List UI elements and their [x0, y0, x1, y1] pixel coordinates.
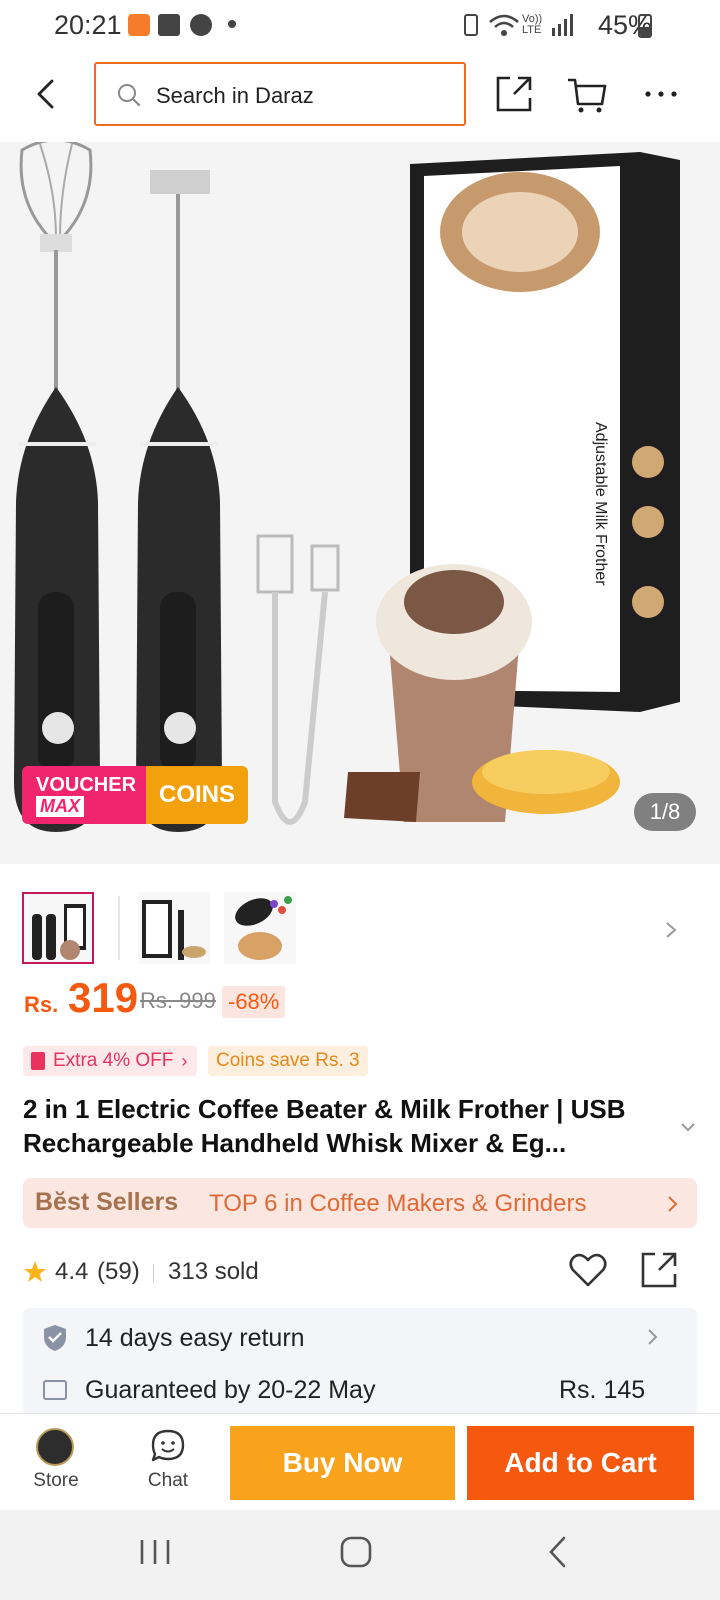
- status-time: 20:21: [54, 10, 122, 40]
- back-arrow-icon[interactable]: [34, 78, 58, 110]
- system-navigation-bar: [0, 1510, 720, 1600]
- price-original: Rs. 999: [140, 988, 216, 1013]
- back-icon[interactable]: [546, 1534, 570, 1570]
- chevron-right-icon: ›: [181, 1050, 188, 1071]
- extra-off-tag[interactable]: Extra 4% OFF ›: [23, 1046, 198, 1076]
- chat-label: Chat: [147, 1470, 189, 1491]
- thumbnails-next-icon[interactable]: [664, 920, 678, 940]
- chat-button[interactable]: Chat: [132, 1420, 204, 1504]
- bottom-action-bar: Store Chat Buy Now Add to Cart: [0, 1413, 720, 1510]
- expand-title-icon[interactable]: [680, 1122, 696, 1132]
- buy-now-button[interactable]: Buy Now: [230, 1426, 455, 1500]
- coins-badge: COINS: [146, 766, 248, 824]
- search-input[interactable]: Search in Daraz: [94, 62, 466, 126]
- thumbnail-divider: [118, 896, 120, 960]
- rating-divider: [153, 1264, 154, 1282]
- bestseller-label: Bĕst Sellers: [35, 1188, 179, 1216]
- max-text: MAX: [36, 796, 84, 817]
- signal-icon: [552, 14, 573, 36]
- chevron-right-icon: [668, 1196, 678, 1212]
- store-button[interactable]: Store: [20, 1420, 92, 1504]
- price-currency: Rs.: [24, 992, 59, 1017]
- thumbnail-2[interactable]: [138, 892, 210, 964]
- more-options-icon[interactable]: [644, 88, 678, 100]
- image-counter: 1/8: [634, 793, 696, 831]
- voucher-max-coins-badge: VOUCHER MAX COINS: [22, 766, 248, 824]
- product-image: Adjustable Milk Frother: [0, 142, 720, 864]
- easy-return-row[interactable]: 14 days easy return: [23, 1308, 697, 1368]
- recent-apps-icon[interactable]: [138, 1536, 172, 1568]
- easy-return-text: 14 days easy return: [85, 1324, 305, 1352]
- product-title: 2 in 1 Electric Coffee Beater & Milk Fro…: [23, 1094, 626, 1158]
- rating-row: 4.4 (59) 313 sold: [23, 1252, 697, 1292]
- app-notification-icon: [128, 14, 150, 36]
- store-label: Store: [33, 1470, 79, 1491]
- bestseller-rank-text: TOP 6 in Coffee Makers & Grinders: [209, 1190, 587, 1217]
- extra-off-text: Extra 4% OFF: [53, 1050, 174, 1071]
- sold-count: 313 sold: [168, 1258, 259, 1285]
- thumbnail-1[interactable]: [22, 892, 94, 964]
- thumbnail-image: [32, 904, 86, 960]
- rating-score: 4.4: [55, 1258, 89, 1285]
- share-icon[interactable]: [494, 74, 534, 114]
- voucher-text: VOUCHER: [36, 774, 137, 796]
- product-image-gallery[interactable]: Adjustable Milk Frother VOUCHER MAX COIN…: [0, 142, 720, 864]
- shield-check-icon: [44, 1325, 66, 1351]
- service-info-card: 14 days easy return Guaranteed by 20-22 …: [23, 1308, 697, 1428]
- delivery-fee: Rs. 145: [559, 1376, 646, 1404]
- nfc-icon: [464, 14, 478, 36]
- status-bar: 20:21 Vo)) LTE 45%: [0, 0, 720, 52]
- thumbnail-image: [142, 900, 206, 960]
- star-icon: [24, 1261, 46, 1282]
- home-icon[interactable]: [338, 1534, 374, 1570]
- wifi-icon: [489, 14, 519, 36]
- chevron-right-icon: [648, 1329, 658, 1345]
- wishlist-heart-icon[interactable]: [569, 1252, 607, 1288]
- volte-indicator: Vo)) LTE: [522, 13, 543, 36]
- battery-icon: [638, 14, 652, 38]
- chat-icon: [151, 1429, 185, 1462]
- box-label: Adjustable Milk Frother: [592, 422, 609, 586]
- thumbnail-3[interactable]: [224, 892, 296, 964]
- voucher-max-badge: VOUCHER MAX: [22, 766, 146, 824]
- search-placeholder: Search in Daraz: [156, 83, 314, 108]
- coins-save-tag: Coins save Rs. 3: [208, 1046, 368, 1076]
- cart-icon[interactable]: [566, 74, 608, 114]
- bestseller-banner[interactable]: Bĕst Sellers TOP 6 in Coffee Makers & Gr…: [23, 1178, 697, 1228]
- message-notification-icon: [190, 14, 212, 36]
- search-icon: [118, 84, 141, 107]
- add-to-cart-button[interactable]: Add to Cart: [467, 1426, 694, 1500]
- voucher-icon: [31, 1052, 45, 1070]
- truck-icon: [43, 1380, 67, 1400]
- gallery-notification-icon: [158, 14, 180, 36]
- rating-count[interactable]: (59): [97, 1258, 140, 1286]
- more-notifications-dot: [228, 20, 236, 28]
- delivery-text: Guaranteed by 20-22 May: [85, 1376, 376, 1404]
- store-logo-icon: [36, 1428, 74, 1466]
- share-product-icon[interactable]: [639, 1250, 679, 1290]
- discount-badge: -68%: [222, 986, 286, 1018]
- price-current: 319: [68, 974, 139, 1021]
- thumbnail-image: [235, 896, 292, 960]
